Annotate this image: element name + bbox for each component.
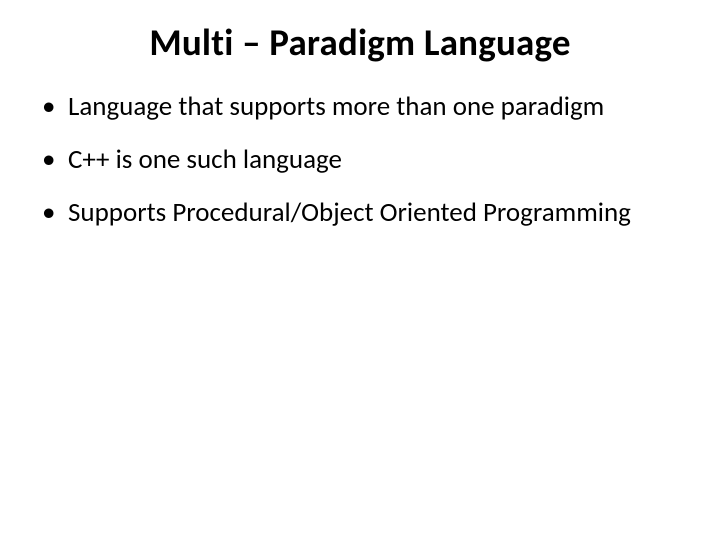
bullet-list: Language that supports more than one par… bbox=[40, 89, 680, 230]
slide-title: Multi – Paradigm Language bbox=[40, 20, 680, 65]
bullet-item: Supports Procedural/Object Oriented Prog… bbox=[40, 195, 680, 230]
bullet-item: C++ is one such language bbox=[40, 142, 680, 177]
bullet-item: Language that supports more than one par… bbox=[40, 89, 680, 124]
